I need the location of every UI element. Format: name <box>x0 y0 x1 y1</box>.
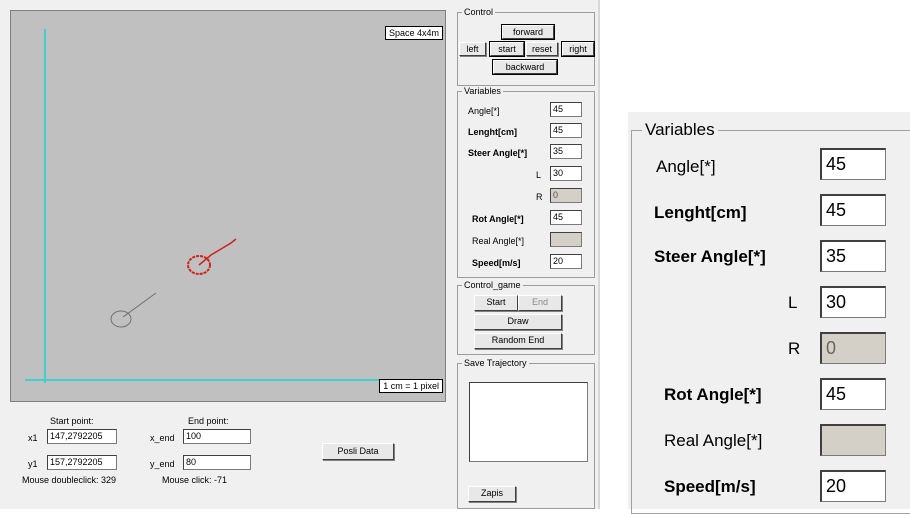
x-end-label: x_end <box>150 433 175 443</box>
zoom-angle-label: Angle[*] <box>656 157 716 176</box>
x1-field[interactable]: 147,2792205 <box>47 429 117 444</box>
y1-field[interactable]: 157,2792205 <box>47 455 117 470</box>
save-trajectory-group: Save Trajectory Zapis <box>457 358 595 509</box>
zoom-steer-angle-field[interactable]: 35 <box>820 240 886 272</box>
speed-field[interactable]: 20 <box>550 254 582 269</box>
mouse-doubleclick-readout: Mouse doubleclick: 329 <box>22 475 117 485</box>
control-panel: Control forward left start reset right b… <box>455 0 598 509</box>
zoom-rot-angle-field[interactable]: 45 <box>820 378 886 410</box>
r-label: R <box>536 192 543 202</box>
angle-label: Angle[*] <box>468 106 500 116</box>
zapis-button[interactable]: Zapis <box>468 486 516 502</box>
lenght-label: Lenght[cm] <box>468 127 517 137</box>
zoom-real-angle-field <box>820 424 886 456</box>
trajectory-canvas[interactable]: Space 4x4m 1 cm = 1 pixel <box>10 10 446 402</box>
right-button[interactable]: right <box>561 41 595 57</box>
lenght-field[interactable]: 45 <box>550 123 582 138</box>
steer-angle-field[interactable]: 35 <box>550 144 582 159</box>
zoom-variables-title: Variables <box>642 120 718 140</box>
zoom-steer-angle-label: Steer Angle[*] <box>654 247 766 266</box>
zoom-rot-angle-label: Rot Angle[*] <box>664 385 762 404</box>
control-game-group: Control_game Start End Draw Random End <box>457 280 595 355</box>
y1-label: y1 <box>28 459 38 469</box>
r-field: 0 <box>550 188 582 203</box>
zoom-lenght-label: Lenght[cm] <box>654 203 747 222</box>
real-angle-label: Real Angle[*] <box>472 236 525 246</box>
zoom-speed-label: Speed[m/s] <box>664 477 756 496</box>
angle-field[interactable]: 45 <box>550 102 582 117</box>
speed-label: Speed[m/s] <box>472 258 521 268</box>
draw-button[interactable]: Draw <box>474 314 562 330</box>
control-group: Control forward left start reset right b… <box>457 7 595 86</box>
rot-angle-field[interactable]: 45 <box>550 210 582 225</box>
variables-group: Variables Angle[*] 45 Lenght[cm] 45 Stee… <box>457 86 595 278</box>
scale-label: 1 cm = 1 pixel <box>379 379 443 393</box>
save-trajectory-title: Save Trajectory <box>462 358 529 369</box>
left-button[interactable]: left <box>459 42 486 56</box>
mouse-click-readout: Mouse click: -71 <box>162 475 228 485</box>
variables-zoom-view: Variables Angle[*] 45 Lenght[cm] 45 Stee… <box>628 112 910 514</box>
game-end-button: End <box>518 295 562 311</box>
zoom-l-label: L <box>788 293 798 312</box>
y-end-field[interactable]: 80 <box>183 455 251 470</box>
zoom-speed-field[interactable]: 20 <box>820 470 886 502</box>
start-point-label: Start point: <box>50 416 94 426</box>
steer-angle-label: Steer Angle[*] <box>468 148 528 158</box>
game-start-button[interactable]: Start <box>474 295 518 311</box>
x-end-field[interactable]: 100 <box>183 429 251 444</box>
zoom-angle-field[interactable]: 45 <box>820 148 886 180</box>
zoom-r-field: 0 <box>820 332 886 364</box>
reset-button[interactable]: reset <box>526 42 558 56</box>
l-field[interactable]: 30 <box>550 166 582 181</box>
x1-label: x1 <box>28 433 38 443</box>
start-heading-line <box>122 292 157 318</box>
trajectory-path <box>198 238 237 266</box>
forward-button[interactable]: forward <box>501 24 555 40</box>
start-button[interactable]: start <box>489 41 525 57</box>
panel-separator <box>598 0 600 509</box>
control-game-title: Control_game <box>462 280 523 291</box>
zoom-lenght-field[interactable]: 45 <box>820 194 886 226</box>
trajectory-drawing <box>25 29 441 383</box>
main-window: Space 4x4m 1 cm = 1 pixel Start point: E… <box>0 0 455 509</box>
control-group-title: Control <box>462 7 496 18</box>
zoom-r-label: R <box>788 339 801 358</box>
variables-group-title: Variables <box>462 86 503 97</box>
y-end-label: y_end <box>150 459 175 469</box>
l-label: L <box>536 170 542 180</box>
end-point-label: End point: <box>188 416 229 426</box>
zoom-real-angle-label: Real Angle[*] <box>664 431 763 450</box>
posli-data-button[interactable]: Posli Data <box>322 443 394 460</box>
real-angle-field <box>550 232 582 247</box>
rot-angle-label: Rot Angle[*] <box>472 214 524 224</box>
zoom-l-field[interactable]: 30 <box>820 286 886 318</box>
backward-button[interactable]: backward <box>492 59 558 75</box>
random-end-button[interactable]: Random End <box>474 333 562 349</box>
zoom-variables-group <box>631 130 910 514</box>
trajectory-textarea[interactable] <box>469 382 588 462</box>
